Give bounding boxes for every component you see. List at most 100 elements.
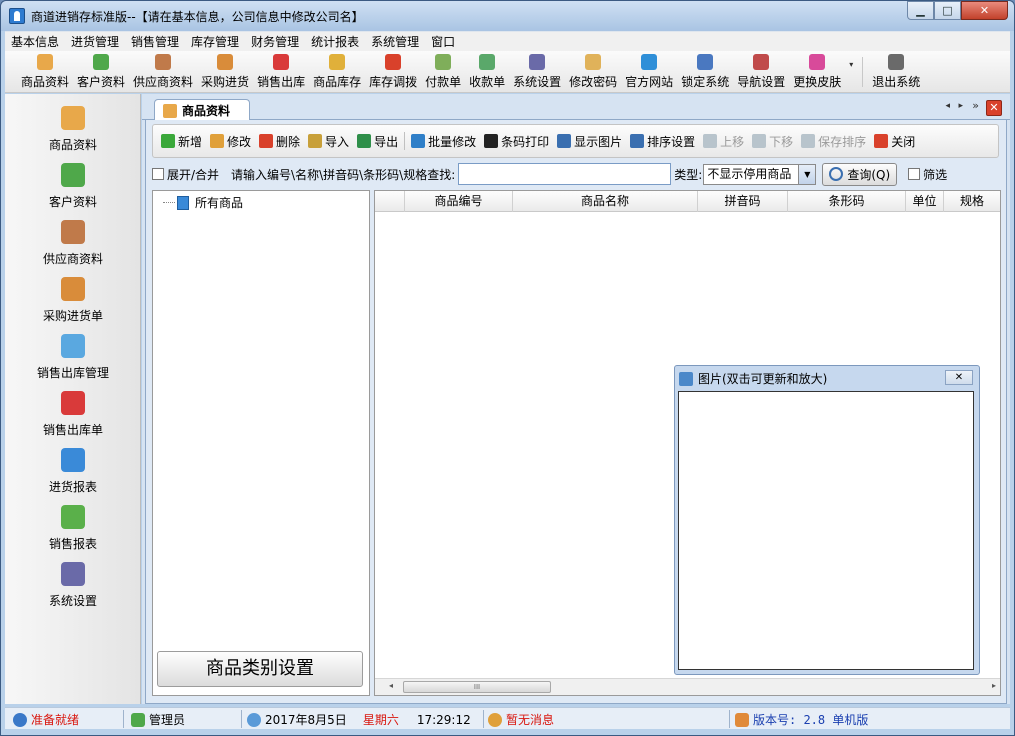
sidebar-item-purchase-report[interactable]: 进货报表 [5, 448, 141, 498]
category-tree: 所有商品 商品类别设置 [152, 190, 370, 696]
barcode-print-button[interactable]: 条码打印 [480, 129, 553, 153]
menu-system[interactable]: 系统管理 [365, 32, 425, 52]
toolbar-website-button[interactable]: 官方网站 [621, 52, 677, 92]
toolbar-password-button[interactable]: 修改密码 [565, 52, 621, 92]
toolbar-transfer-button[interactable]: 库存调拨 [365, 52, 421, 92]
toolbar-customers-button[interactable]: 客户资料 [73, 52, 129, 92]
expand-label: 展开/合并 [167, 167, 220, 182]
expand-checkbox[interactable] [152, 168, 164, 180]
status-message[interactable]: 暂无消息 [488, 711, 554, 728]
status-version-text: 版本号: 2.8 单机版 [753, 713, 869, 727]
type-select[interactable]: 不显示停用商品 ▼ [703, 163, 817, 185]
tab-prev-icon[interactable]: ◂ [945, 101, 950, 111]
column-header-unit[interactable]: 单位 [906, 191, 944, 212]
sidebar-item-sales-out-manage[interactable]: 销售出库管理 [5, 334, 141, 384]
menu-finance[interactable]: 财务管理 [245, 32, 305, 52]
show-image-button[interactable]: 显示图片 [553, 129, 626, 153]
column-header-pinyin[interactable]: 拼音码 [698, 191, 788, 212]
filter-checkbox[interactable] [908, 168, 921, 180]
status-divider [123, 710, 124, 728]
column-header-code[interactable]: 商品编号 [405, 191, 513, 212]
toolbar-payment-button[interactable]: 付款单 [421, 52, 465, 92]
sidebar-item-sales-report[interactable]: 销售报表 [5, 505, 141, 555]
picture-close-button[interactable]: ✕ [945, 370, 973, 385]
toolbar-products-button[interactable]: 商品资料 [17, 52, 73, 92]
toolbar-label: 更换皮肤 [793, 75, 842, 89]
payment-icon [435, 54, 452, 70]
menu-sales[interactable]: 销售管理 [125, 32, 185, 52]
batch-edit-button[interactable]: 批量修改 [407, 129, 480, 153]
add-button[interactable]: 新增 [157, 129, 206, 153]
tab-next-icon[interactable]: ▸ [958, 101, 963, 111]
toolbar-lock-button[interactable]: 锁定系统 [677, 52, 733, 92]
monitor-lock-icon [697, 54, 714, 70]
sort-settings-button[interactable]: 排序设置 [626, 129, 699, 153]
tree-node-all-products[interactable]: 所有商品 [163, 194, 243, 211]
truck-icon [61, 277, 85, 301]
move-up-button[interactable]: 上移 [699, 129, 748, 153]
delete-button[interactable]: 删除 [255, 129, 304, 153]
toolbar-settings-button[interactable]: 系统设置 [509, 52, 565, 92]
import-button[interactable]: 导入 [304, 129, 353, 153]
toolbar-exit-button[interactable]: 退出系统 [868, 52, 924, 92]
sidebar-item-system-settings[interactable]: 系统设置 [5, 562, 141, 612]
toolbar-label: 商品库存 [313, 75, 362, 89]
toolbar-nav-settings-button[interactable]: 导航设置 [733, 52, 789, 92]
sidebar-item-label: 供应商资料 [42, 252, 103, 266]
search-input[interactable] [458, 163, 672, 185]
save-sort-button[interactable]: 保存排序 [797, 129, 870, 153]
nav-icon [753, 54, 770, 70]
menu-reports[interactable]: 统计报表 [305, 32, 365, 52]
status-divider [483, 710, 484, 728]
toolbar-skin-button[interactable]: 更换皮肤 [789, 52, 845, 92]
close-window-button[interactable]: ✕ [961, 1, 1008, 20]
category-settings-button[interactable]: 商品类别设置 [157, 651, 363, 687]
sidebar-item-purchase-order[interactable]: 采购进货单 [5, 277, 141, 327]
tab-close-button[interactable]: ✕ [986, 100, 1002, 116]
sidebar-item-sales-out-order[interactable]: 销售出库单 [5, 391, 141, 441]
home-icon [735, 712, 749, 727]
scroll-left-icon[interactable]: ◂ [389, 681, 393, 690]
tab-menu-icon[interactable]: » [972, 99, 979, 112]
action-label: 显示图片 [574, 134, 623, 149]
menu-basic-info[interactable]: 基本信息 [5, 32, 65, 52]
move-down-button[interactable]: 下移 [748, 129, 797, 153]
toolbar-sales-out-button[interactable]: 销售出库 [253, 52, 309, 92]
sidebar-item-suppliers[interactable]: 供应商资料 [5, 220, 141, 270]
save-icon [801, 134, 816, 148]
menu-purchase[interactable]: 进货管理 [65, 32, 125, 52]
toolbar-stock-button[interactable]: 商品库存 [309, 52, 365, 92]
menu-window[interactable]: 窗口 [425, 32, 461, 52]
column-header-row-indicator[interactable] [375, 191, 405, 212]
nav-sidebar: 商品资料 客户资料 供应商资料 采购进货单 销售出库管理 销售出库单 进货报表 … [5, 94, 141, 704]
horizontal-scrollbar[interactable]: ◂ III ▸ [375, 678, 1000, 695]
export-button[interactable]: 导出 [353, 129, 402, 153]
edit-button[interactable]: 修改 [206, 129, 255, 153]
sidebar-item-label: 销售出库单 [42, 423, 103, 437]
toolbar-separator [862, 57, 864, 87]
toolbar-suppliers-button[interactable]: 供应商资料 [129, 52, 197, 92]
suppliers-icon [155, 54, 172, 70]
close-button[interactable]: 关闭 [870, 129, 919, 153]
bar-chart-icon [61, 505, 85, 529]
toolbar-receipt-button[interactable]: 收款单 [465, 52, 509, 92]
menu-inventory[interactable]: 库存管理 [185, 32, 245, 52]
column-header-name[interactable]: 商品名称 [513, 191, 698, 212]
toolbar-more-arrow[interactable]: ▾ [845, 52, 857, 92]
minimize-button[interactable]: ▁ [907, 1, 934, 20]
edit-icon [210, 134, 225, 148]
action-label: 上移 [720, 134, 745, 149]
sidebar-item-products[interactable]: 商品资料 [5, 106, 141, 156]
scroll-thumb[interactable]: III [403, 681, 551, 693]
scroll-right-icon[interactable]: ▸ [992, 681, 996, 690]
picture-area[interactable] [678, 391, 974, 670]
search-prompt: 请输入编号\名称\拼音码\条形码\规格查找: [231, 167, 456, 182]
sidebar-item-label: 系统设置 [48, 594, 97, 608]
sidebar-item-customers[interactable]: 客户资料 [5, 163, 141, 213]
maximize-button[interactable]: □ [934, 1, 961, 20]
tab-products[interactable]: 商品资料 [154, 99, 250, 121]
column-header-spec[interactable]: 规格 [944, 191, 1000, 212]
column-header-barcode[interactable]: 条形码 [788, 191, 906, 212]
toolbar-purchase-button[interactable]: 采购进货 [197, 52, 253, 92]
query-button[interactable]: 查询(Q) [822, 162, 898, 186]
